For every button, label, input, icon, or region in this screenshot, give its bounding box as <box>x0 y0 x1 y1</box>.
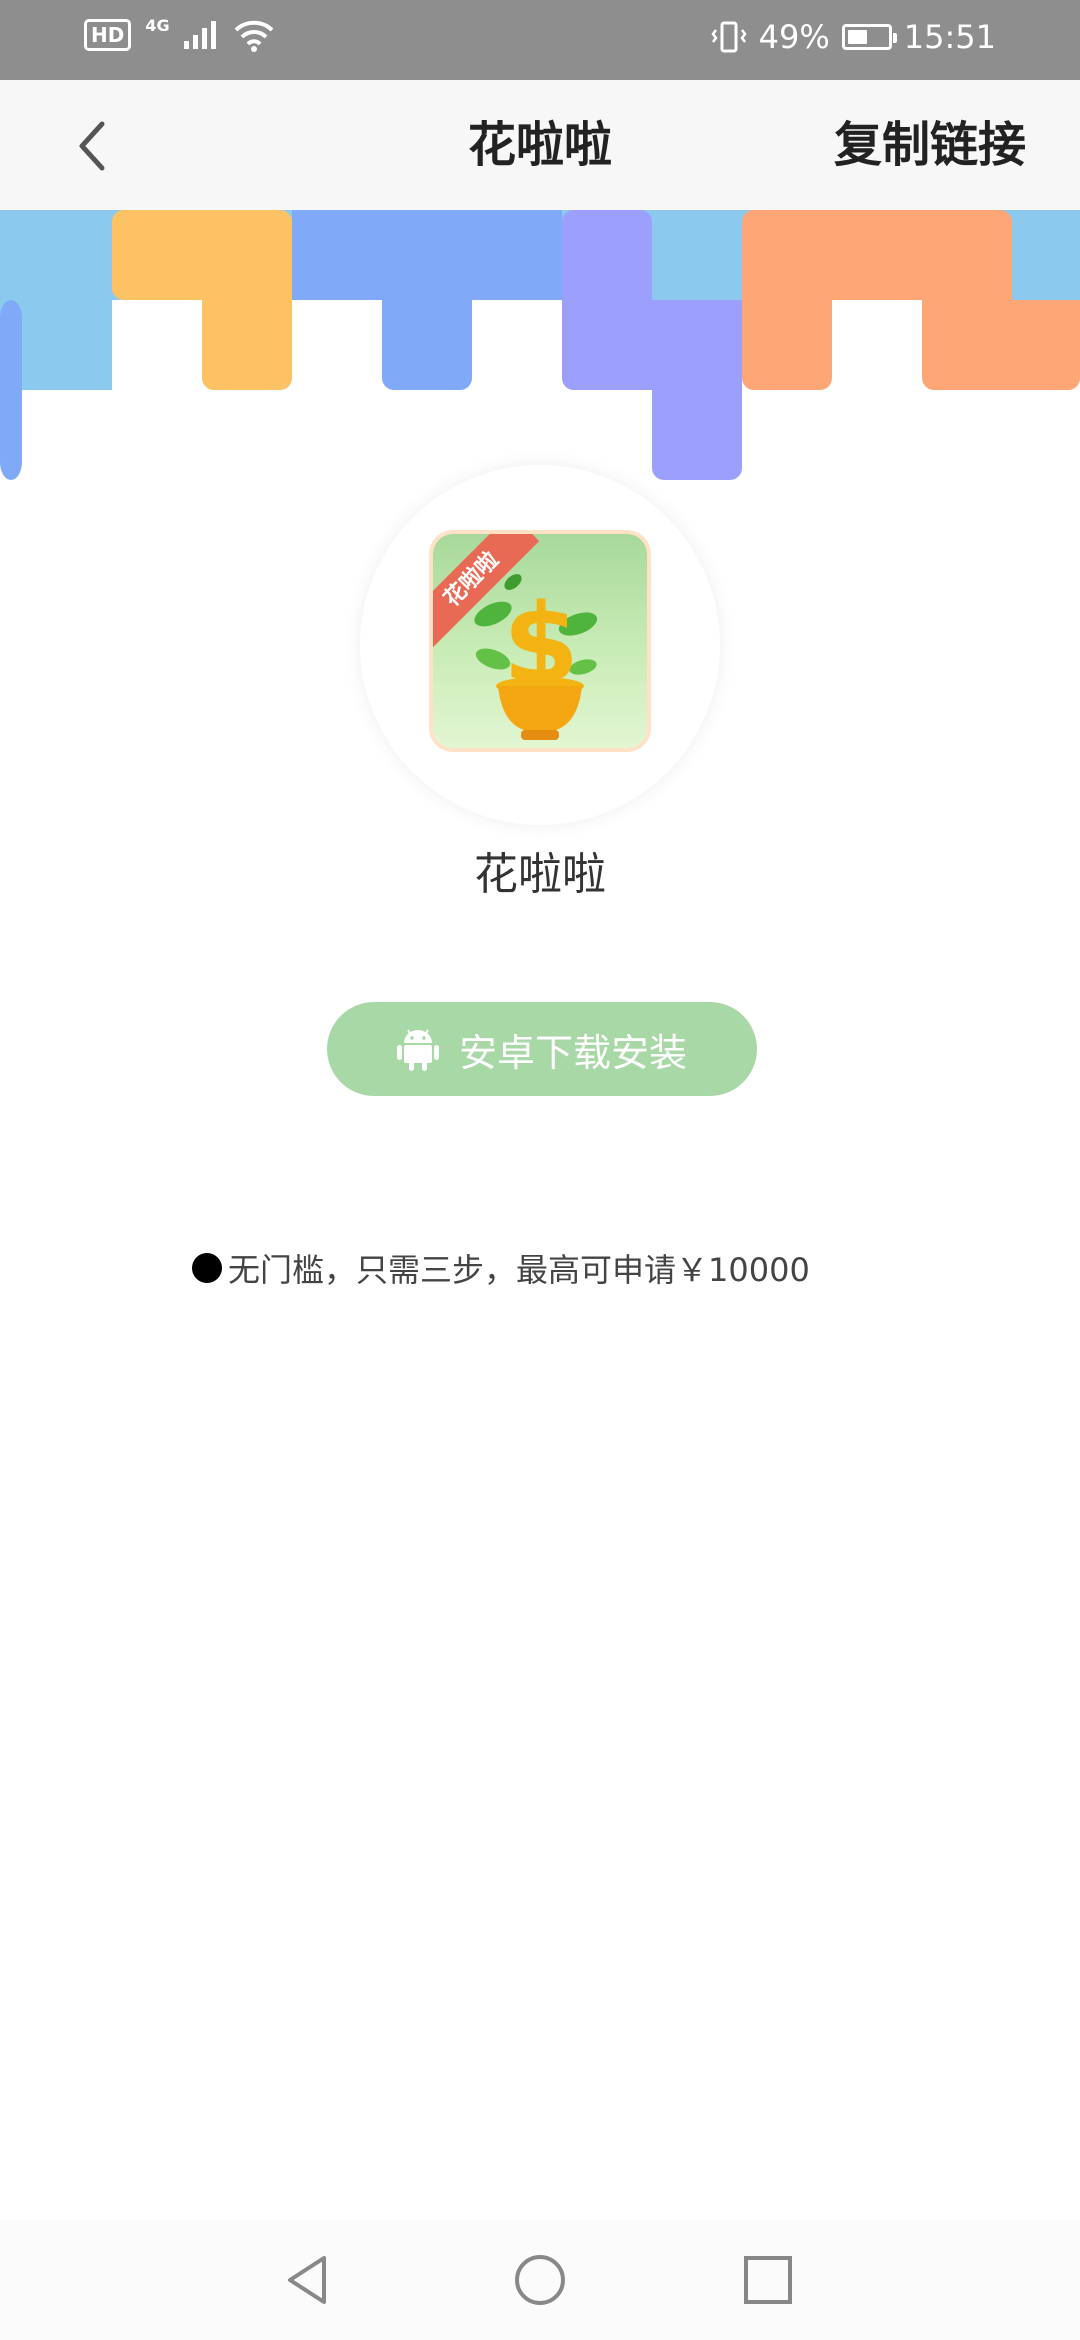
feature-bullet: 无门槛，只需三步，最高可申请￥10000 <box>192 1245 810 1291</box>
nav-bar: 花啦啦 复制链接 <box>0 80 1080 210</box>
system-back-button[interactable] <box>278 2250 338 2310</box>
system-recent-button[interactable] <box>738 2250 798 2310</box>
signal-icon <box>183 21 216 49</box>
android-icon <box>396 1029 439 1071</box>
wifi-icon <box>234 20 273 52</box>
download-button-label: 安卓下载安装 <box>458 1030 687 1075</box>
status-right-group: 49% 15:51 <box>711 18 996 56</box>
vibrate-icon <box>711 21 747 53</box>
android-download-button[interactable]: 安卓下载安装 <box>327 1002 757 1096</box>
chevron-left-icon <box>79 121 105 171</box>
feature-text: 无门槛，只需三步，最高可申请￥10000 <box>228 1251 810 1289</box>
network-type-label: 4G <box>145 15 170 35</box>
system-nav-bar <box>0 2220 1080 2340</box>
copy-link-button[interactable]: 复制链接 <box>834 80 1026 210</box>
decorative-banner <box>0 210 1080 480</box>
square-recent-icon <box>744 2256 792 2304</box>
circle-home-icon <box>515 2255 565 2305</box>
triangle-back-icon <box>288 2256 326 2304</box>
system-home-button[interactable] <box>510 2250 570 2310</box>
battery-level-fill <box>847 30 867 44</box>
app-name: 花啦啦 <box>474 849 606 900</box>
clock: 15:51 <box>903 18 996 56</box>
battery-icon <box>841 24 897 50</box>
battery-percent: 49% <box>758 18 830 56</box>
hd-badge: HD <box>84 19 132 51</box>
app-logo: $ 花啦啦 <box>433 534 647 748</box>
status-bar: HD 4G 49% 15:51 <box>0 0 1080 80</box>
back-button[interactable] <box>62 114 126 178</box>
bullet-dot-icon <box>192 1253 222 1283</box>
status-left-group: HD 4G <box>84 15 274 52</box>
